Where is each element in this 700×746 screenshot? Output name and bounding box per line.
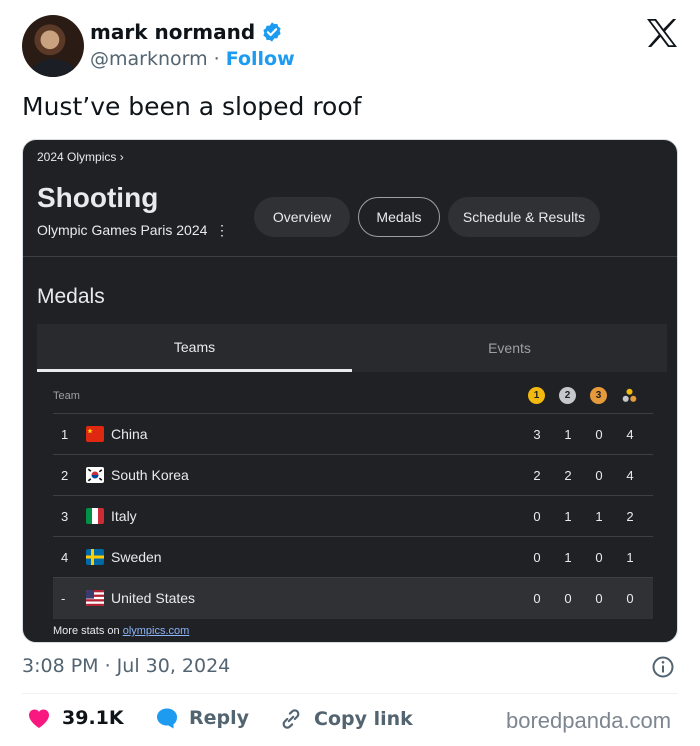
table-header: Team 1 2 3: [53, 378, 653, 414]
handle[interactable]: @marknorm: [90, 48, 208, 70]
gold-count: 0: [533, 550, 541, 565]
like-count: 39.1K: [62, 707, 124, 729]
silver-medal-icon: 2: [559, 387, 576, 404]
medal-table: Team 1 2 3 1 China 3 1 0 4 2 South Korea…: [53, 378, 653, 619]
verified-badge-icon: [263, 22, 281, 42]
embedded-screenshot[interactable]: 2024 Olympics › Shooting Olympic Games P…: [22, 139, 678, 643]
south-korea-flag-icon: [86, 467, 104, 483]
handle-separator: ·: [213, 48, 220, 70]
tab-teams[interactable]: Teams: [37, 324, 352, 372]
reply-label: Reply: [189, 707, 250, 729]
total-count: 4: [626, 468, 634, 483]
gold-medal-icon: 1: [528, 387, 545, 404]
silver-count: 1: [564, 427, 572, 442]
total-count: 4: [626, 427, 634, 442]
heart-icon: [28, 709, 50, 728]
medal-subtabs: Teams Events: [37, 324, 667, 372]
more-options-icon[interactable]: ⋮: [215, 222, 229, 239]
total-medals-icon: [622, 388, 637, 402]
rank: 2: [61, 468, 69, 483]
chip-medals[interactable]: Medals: [358, 197, 440, 237]
united-states-flag-icon: [86, 590, 104, 606]
olympics-link[interactable]: olympics.com: [123, 625, 190, 637]
silver-count: 1: [564, 550, 572, 565]
breadcrumb[interactable]: 2024 Olympics ›: [37, 150, 124, 164]
bronze-count: 0: [595, 427, 603, 442]
chip-overview[interactable]: Overview: [254, 197, 350, 237]
silver-count: 2: [564, 468, 572, 483]
bronze-count: 0: [595, 468, 603, 483]
italy-flag-icon: [86, 508, 104, 524]
china-flag-icon: [86, 426, 104, 442]
author-name-row: mark normand: [90, 20, 283, 44]
team-column-header: Team: [53, 390, 80, 402]
copy-link-label: Copy link: [314, 708, 413, 730]
gold-count: 2: [533, 468, 541, 483]
more-stats: More stats on olympics.com: [53, 625, 189, 637]
tweet-text: Must’ve been a sloped roof: [22, 92, 362, 121]
bronze-count: 1: [595, 509, 603, 524]
table-row[interactable]: 3 Italy 0 1 1 2: [53, 496, 653, 537]
sport-title: Shooting: [37, 182, 159, 213]
silver-count: 1: [564, 509, 572, 524]
gold-count: 0: [533, 591, 541, 606]
avatar[interactable]: [22, 15, 84, 77]
rank: 1: [61, 427, 69, 442]
country-name: South Korea: [111, 467, 189, 483]
chip-schedule-results[interactable]: Schedule & Results: [448, 197, 600, 237]
handle-row: @marknorm · Follow: [90, 48, 295, 70]
link-icon: [282, 709, 300, 729]
silver-count: 0: [564, 591, 572, 606]
country-name: Sweden: [111, 549, 162, 565]
like-button[interactable]: 39.1K: [26, 706, 124, 730]
header-divider: [23, 256, 677, 257]
rank: 4: [61, 550, 69, 565]
country-name: United States: [111, 590, 196, 606]
bronze-count: 0: [595, 550, 603, 565]
info-icon[interactable]: [651, 655, 675, 679]
bronze-medal-icon: 3: [590, 387, 607, 404]
gold-count: 0: [533, 509, 541, 524]
display-name[interactable]: mark normand: [90, 20, 255, 44]
bronze-count: 0: [595, 591, 603, 606]
tweet-card: mark normand @marknorm · Follow Must’ve …: [0, 0, 700, 746]
games-subtitle: Olympic Games Paris 2024: [37, 222, 208, 238]
table-row[interactable]: 1 China 3 1 0 4: [53, 414, 653, 455]
country-name: Italy: [111, 508, 137, 524]
footer-divider: [22, 693, 678, 694]
x-logo-icon[interactable]: [646, 18, 678, 48]
table-row[interactable]: 2 South Korea 2 2 0 4: [53, 455, 653, 496]
follow-button[interactable]: Follow: [226, 48, 295, 70]
rank: -: [61, 591, 66, 606]
rank: 3: [61, 509, 69, 524]
tab-events[interactable]: Events: [352, 324, 667, 372]
watermark: boredpanda.com: [506, 708, 672, 733]
gold-count: 3: [533, 427, 541, 442]
table-row[interactable]: 4 Sweden 0 1 0 1: [53, 537, 653, 578]
table-row-highlighted[interactable]: - United States 0 0 0 0: [53, 578, 653, 619]
sweden-flag-icon: [86, 549, 104, 565]
reply-bubble-icon: [157, 708, 177, 729]
copy-link-button[interactable]: Copy link: [278, 706, 413, 732]
country-name: China: [111, 426, 148, 442]
reply-button[interactable]: Reply: [155, 706, 249, 730]
total-count: 2: [626, 509, 634, 524]
more-stats-text: More stats on: [53, 625, 123, 637]
total-count: 0: [626, 591, 634, 606]
total-count: 1: [626, 550, 634, 565]
medals-section-title: Medals: [37, 285, 105, 308]
tweet-timestamp[interactable]: 3:08 PM · Jul 30, 2024: [22, 655, 230, 677]
